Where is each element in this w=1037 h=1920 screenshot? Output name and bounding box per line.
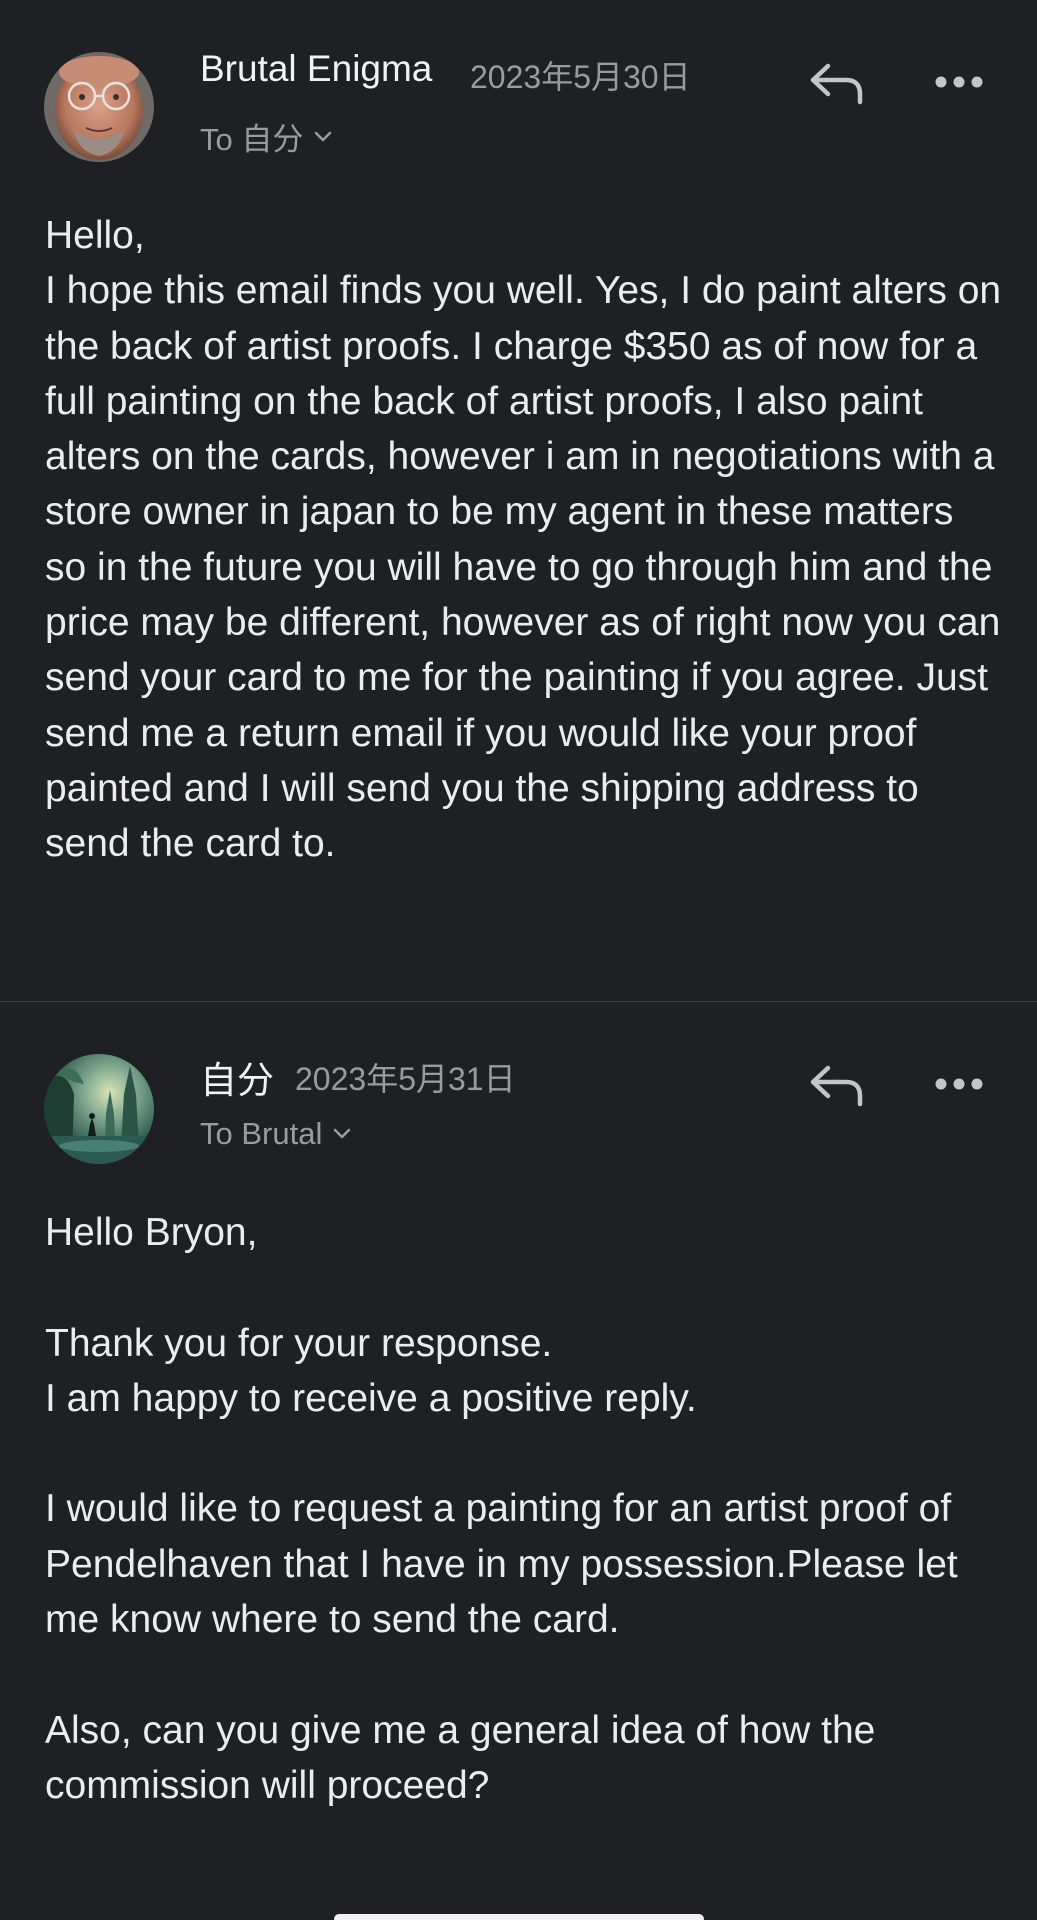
recipient-toggle[interactable]: To Brutal xyxy=(200,1116,352,1152)
more-options-icon xyxy=(935,1078,983,1090)
email-message: 自分 2023年5月31日 To Brutal Hello Bryon, Tha… xyxy=(0,1002,1037,1807)
reply-arrow-icon xyxy=(810,63,863,105)
sender-avatar[interactable] xyxy=(44,1054,154,1164)
reply-button[interactable] xyxy=(808,60,866,108)
message-body: Hello, I hope this email finds you well.… xyxy=(45,214,1002,866)
sender-avatar[interactable] xyxy=(44,52,154,162)
message-body: Hello Bryon, Thank you for your response… xyxy=(45,1211,958,1807)
message-date: 2023年5月31日 xyxy=(295,1061,516,1097)
sender-name: 自分 xyxy=(200,1060,274,1101)
forest-painting-avatar-icon xyxy=(44,1054,154,1164)
reply-button[interactable] xyxy=(808,1062,866,1110)
more-options-button[interactable] xyxy=(934,72,984,92)
home-indicator[interactable] xyxy=(334,1914,704,1920)
email-thread: Brutal Enigma 2023年5月30日 To 自分 Hello, I … xyxy=(0,0,1037,1920)
chevron-down-icon xyxy=(315,131,332,141)
sender-name: Brutal Enigma xyxy=(200,48,433,89)
recipient-label: To 自分 xyxy=(200,122,304,157)
reply-arrow-icon xyxy=(810,1065,863,1107)
message-header: Brutal Enigma 2023年5月30日 To 自分 xyxy=(0,0,1037,170)
message-date: 2023年5月30日 xyxy=(470,59,691,95)
more-options-icon xyxy=(935,76,983,88)
person-portrait-avatar-icon xyxy=(44,52,154,162)
chevron-down-icon xyxy=(334,1128,351,1139)
message-header: 自分 2023年5月31日 To Brutal xyxy=(0,1002,1037,1172)
email-message: Brutal Enigma 2023年5月30日 To 自分 Hello, I … xyxy=(0,0,1037,865)
recipient-label: To Brutal xyxy=(200,1116,323,1151)
recipient-toggle[interactable]: To 自分 xyxy=(200,114,333,159)
more-options-button[interactable] xyxy=(934,1074,984,1094)
